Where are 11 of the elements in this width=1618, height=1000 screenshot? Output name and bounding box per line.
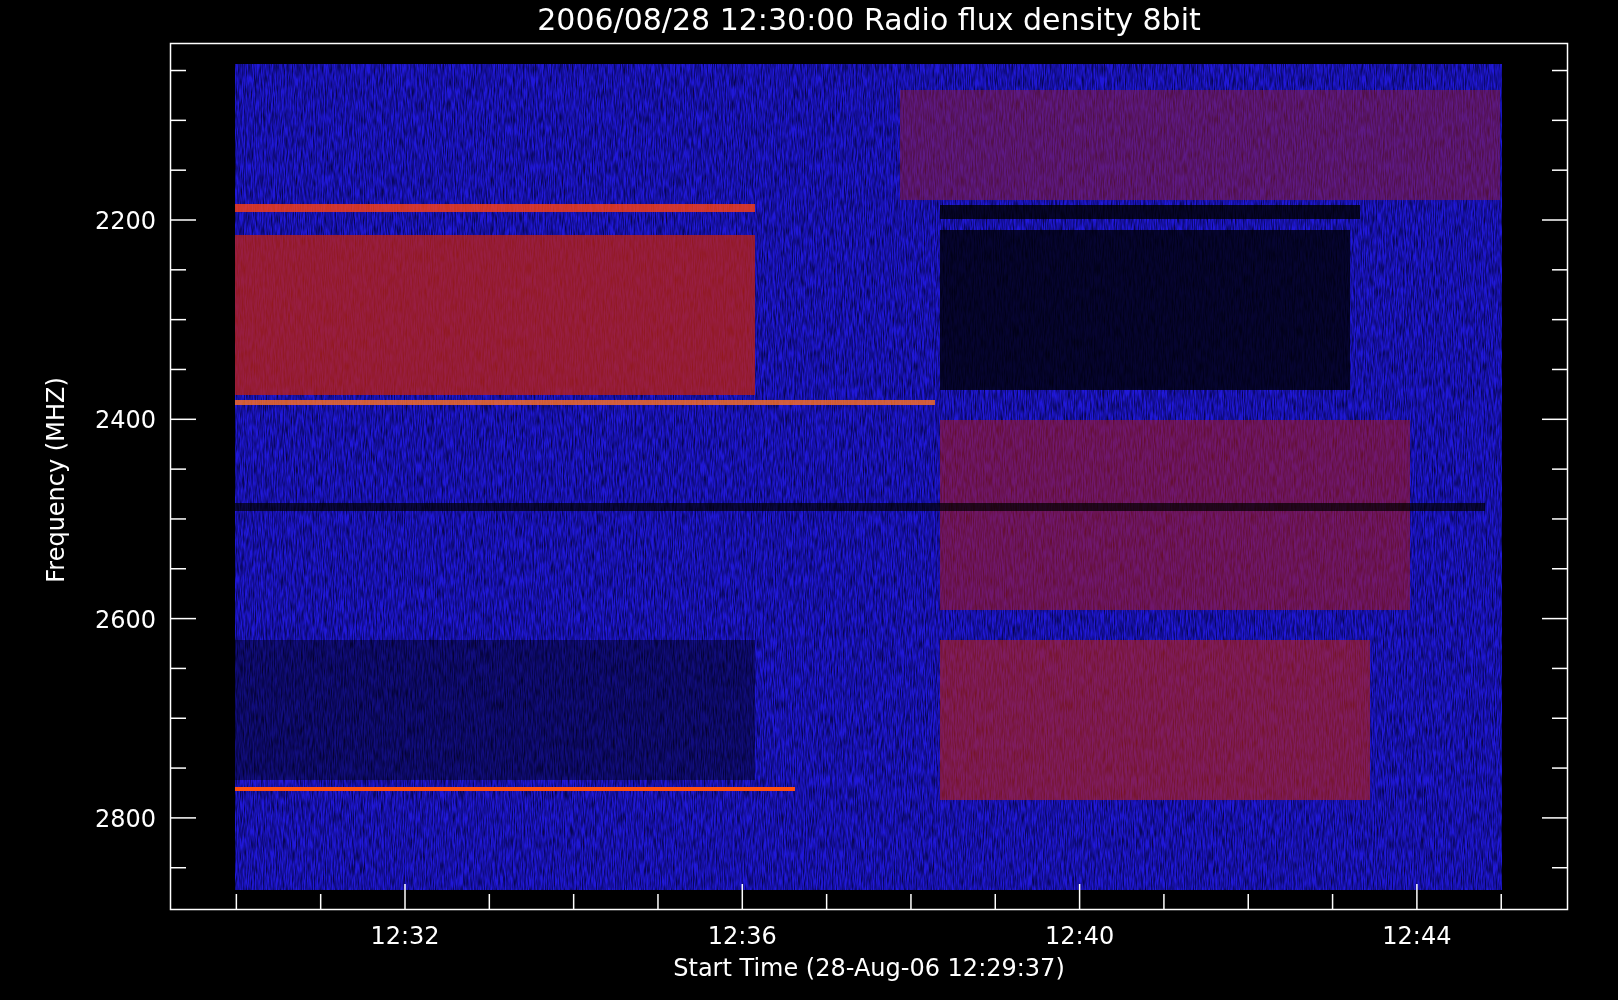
y-tick-label: 2800 [94, 804, 156, 833]
chart-title: 2006/08/28 12:30:00 Radio flux density 8bit [537, 2, 1201, 37]
y-tick-label: 2400 [94, 406, 156, 435]
y-tick-label: 2600 [94, 605, 156, 634]
x-tick-label: 12:36 [707, 922, 777, 950]
y-tick-label: 2200 [94, 207, 156, 235]
x-tick-label: 12:32 [370, 922, 440, 950]
x-axis-label: Start Time (28-Aug-06 12:29:37) [673, 954, 1065, 982]
x-tick-label: 12:40 [1045, 922, 1115, 950]
x-tick-label: 12:44 [1382, 922, 1452, 950]
y-axis-label: Frequency (MHZ) [42, 377, 70, 583]
